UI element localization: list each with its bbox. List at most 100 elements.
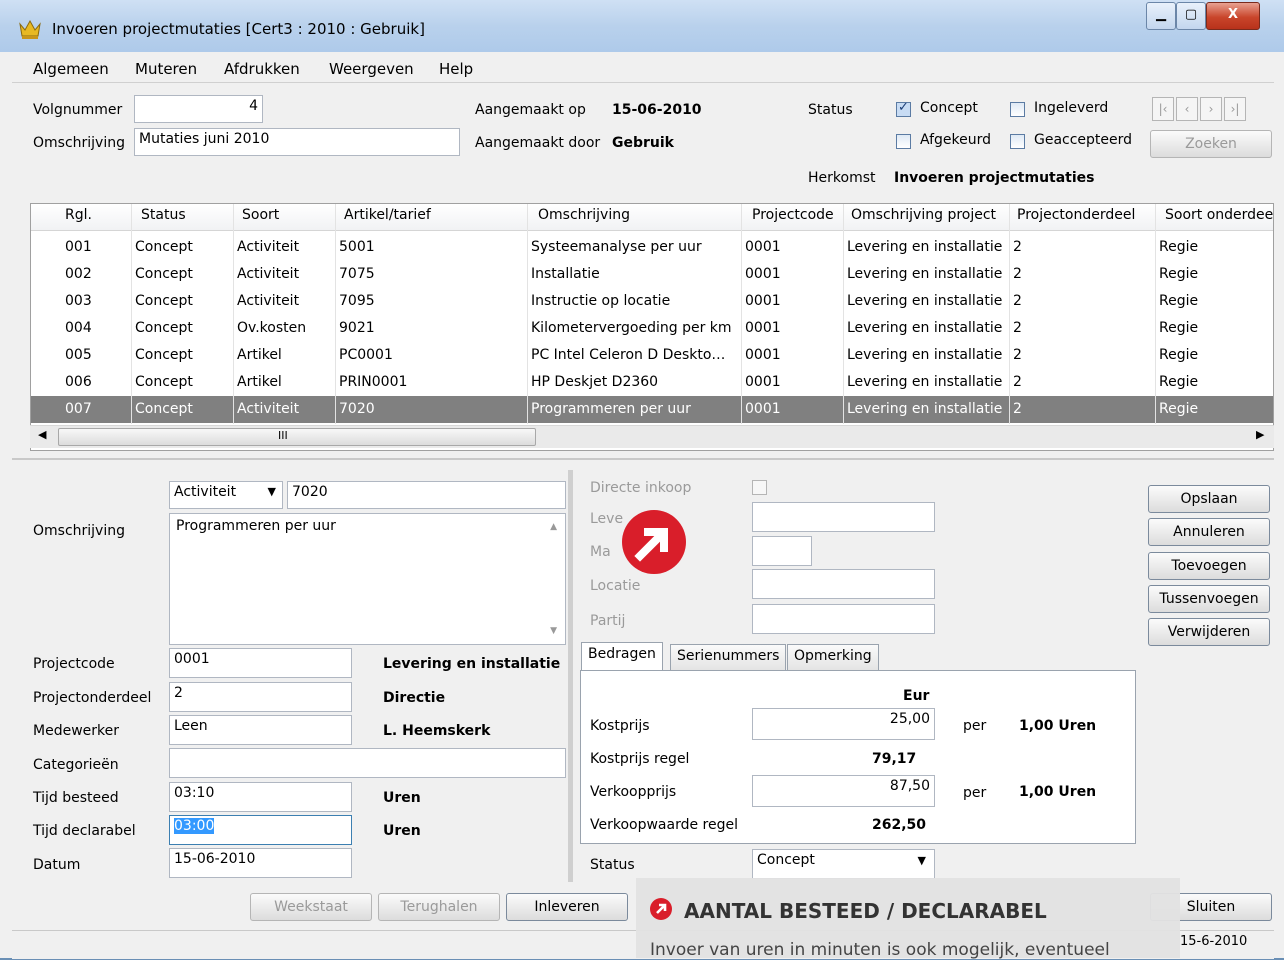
detail-omschrijving-textarea[interactable]: Programmeren per uur ▲ ▼ [169, 513, 566, 645]
grid-horizontal-scrollbar[interactable]: ◀ III ▶ [30, 425, 1274, 448]
magazijn-field[interactable] [752, 536, 812, 566]
tijd-besteed-field[interactable]: 03:10 [169, 782, 352, 812]
directe-inkoop-checkbox[interactable] [752, 480, 767, 495]
table-cell: 007 [65, 401, 92, 417]
table-row[interactable]: 005 Concept Artikel PC0001 PC Intel Celeron … [31, 342, 1273, 369]
terughalen-button[interactable]: Terughalen [378, 893, 500, 921]
ingeleverd-checkbox[interactable] [1010, 102, 1025, 117]
tijd-declarabel-field[interactable]: 03:00 [169, 815, 352, 845]
concept-checkbox[interactable] [896, 100, 911, 117]
menu-bar [12, 56, 1274, 83]
table-row[interactable]: 006 Concept Artikel PRIN0001 HP Deskjet D236… [31, 369, 1273, 396]
table-cell: 2 [1013, 401, 1022, 417]
inleveren-button[interactable]: Inleveren [506, 893, 628, 921]
annuleren-button[interactable]: Annuleren [1148, 518, 1270, 546]
artikel-field[interactable]: 7020 [287, 481, 566, 509]
ingeleverd-checkbox-label: Ingeleverd [1034, 100, 1109, 116]
menu-algemeen[interactable]: Algemeen [33, 60, 109, 78]
menu-help[interactable]: Help [439, 60, 473, 78]
table-cell: Regie [1159, 239, 1199, 255]
weekstaat-button[interactable]: Weekstaat [250, 893, 372, 921]
column-header[interactable]: Soort [242, 207, 279, 223]
table-cell: Systeemanalyse per uur [531, 239, 702, 255]
scroll-up-icon[interactable]: ▲ [550, 522, 557, 532]
table-cell: Programmeren per uur [531, 401, 691, 417]
table-cell: Installatie [531, 266, 600, 282]
grid-column-divider [843, 204, 844, 424]
kostprijs-label: Kostprijs [590, 718, 650, 734]
magazijn-label: Ma [590, 544, 611, 560]
scroll-right-icon[interactable]: ▶ [1256, 428, 1264, 441]
table-cell: 0001 [745, 374, 781, 390]
table-row[interactable]: 001 Concept Activiteit 5001 Systeemanalyse p… [31, 234, 1273, 261]
tab-opmerking[interactable]: Opmerking [787, 644, 879, 670]
leverancier-field[interactable] [752, 502, 935, 532]
projectonderdeel-field[interactable]: 2 [169, 682, 352, 712]
locatie-label: Locatie [590, 578, 641, 594]
zoeken-button[interactable]: Zoeken [1150, 130, 1272, 158]
afgekeurd-checkbox-label: Afgekeurd [920, 132, 991, 148]
scroll-thumb[interactable] [58, 428, 536, 446]
column-header[interactable]: Status [141, 207, 186, 223]
arrow-up-right-icon [656, 903, 667, 914]
opslaan-button[interactable]: Opslaan [1148, 485, 1270, 513]
verkoopprijs-field[interactable]: 87,50 [752, 775, 935, 807]
table-cell: HP Deskjet D2360 [531, 374, 659, 390]
minimize-button[interactable]: ▁ [1146, 2, 1176, 30]
callout-box: AANTAL BESTEED / DECLARABEL Invoer van u… [636, 878, 1180, 960]
menu-muteren[interactable]: Muteren [135, 60, 197, 78]
table-row[interactable]: 004 Concept Ov.kosten 9021 Kilometervergoedi… [31, 315, 1273, 342]
table-cell: Concept [135, 266, 193, 282]
menu-weergeven[interactable]: Weergeven [329, 60, 414, 78]
maximize-button[interactable]: ▢ [1176, 2, 1206, 30]
afgekeurd-checkbox[interactable] [896, 134, 911, 149]
splitter[interactable] [12, 458, 1274, 460]
categorieen-field[interactable] [169, 748, 566, 778]
column-header[interactable]: Omschrijving [538, 207, 630, 223]
locatie-field[interactable] [752, 569, 935, 599]
scroll-down-icon[interactable]: ▼ [550, 626, 557, 636]
column-header[interactable]: Rgl. [65, 207, 92, 223]
table-row[interactable]: 002 Concept Activiteit 7075 Installatie 0001 L… [31, 261, 1273, 288]
column-header[interactable]: Soort onderdee [1165, 207, 1273, 223]
tab-bedragen[interactable]: Bedragen [581, 642, 663, 670]
column-header[interactable]: Omschrijving project [851, 207, 996, 223]
menu-afdrukken[interactable]: Afdrukken [224, 60, 300, 78]
tijd-besteed-label: Tijd besteed [33, 790, 119, 806]
herkomst-value: Invoeren projectmutaties [894, 170, 1095, 186]
medewerker-field[interactable]: Leen [169, 715, 352, 745]
status-date: 15-6-2010 [1180, 934, 1248, 949]
partij-field[interactable] [752, 604, 935, 634]
soort-dropdown[interactable]: Activiteit ▼ [169, 481, 283, 509]
volgnummer-field[interactable]: 4 [134, 95, 263, 123]
column-header[interactable]: Artikel/tarief [344, 207, 431, 223]
last-record-icon[interactable]: ›| [1224, 97, 1246, 121]
projectonderdeel-label: Projectonderdeel [33, 690, 152, 706]
omschrijving-field[interactable]: Mutaties juni 2010 [134, 128, 460, 156]
projectcode-description: Levering en installatie [383, 656, 561, 672]
column-header[interactable]: Projectonderdeel [1017, 207, 1135, 223]
column-header[interactable]: Projectcode [752, 207, 834, 223]
table-cell: Ov.kosten [237, 320, 307, 336]
first-record-icon[interactable]: |‹ [1152, 97, 1174, 121]
table-cell: Concept [135, 320, 193, 336]
scroll-left-icon[interactable]: ◀ [38, 428, 46, 441]
next-record-icon[interactable]: › [1200, 97, 1222, 121]
table-row[interactable]: 003 Concept Activiteit 7095 Instructie op lo… [31, 288, 1273, 315]
close-button[interactable]: X [1206, 2, 1260, 30]
tussenvoegen-button[interactable]: Tussenvoegen [1148, 585, 1270, 613]
datum-field[interactable]: 15-06-2010 [169, 848, 352, 878]
table-cell: 0001 [745, 266, 781, 282]
table-row[interactable]: 007 Concept Activiteit 7020 Programmeren per… [31, 396, 1273, 423]
projectcode-field[interactable]: 0001 [169, 648, 352, 678]
geaccepteerd-checkbox[interactable] [1010, 134, 1025, 149]
verwijderen-button[interactable]: Verwijderen [1148, 618, 1270, 646]
previous-record-icon[interactable]: ‹ [1176, 97, 1198, 121]
table-cell: 004 [65, 320, 92, 336]
toevoegen-button[interactable]: Toevoegen [1148, 552, 1270, 580]
table-cell: 0001 [745, 347, 781, 363]
kostprijs-field[interactable]: 25,00 [752, 708, 935, 740]
tab-serienummers[interactable]: Serienummers [670, 644, 787, 670]
status-dropdown[interactable]: Concept ▼ [752, 849, 935, 879]
vertical-splitter[interactable] [568, 470, 573, 882]
